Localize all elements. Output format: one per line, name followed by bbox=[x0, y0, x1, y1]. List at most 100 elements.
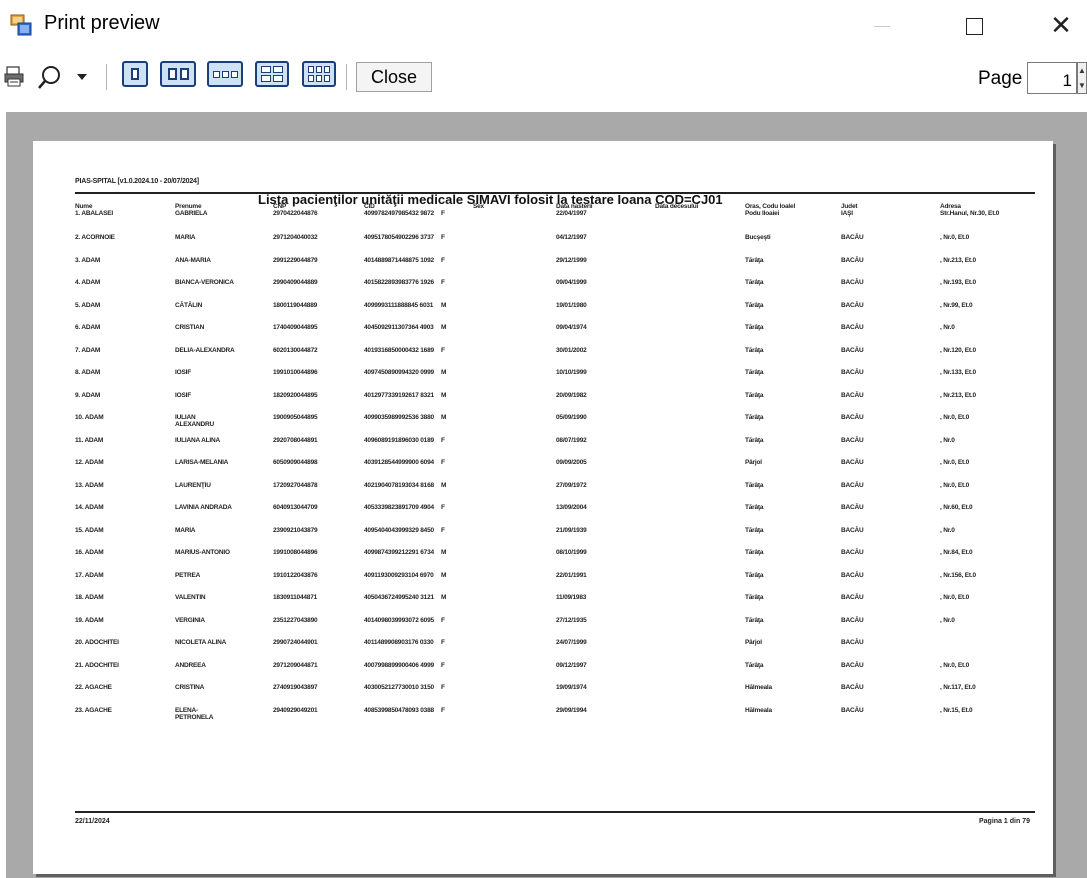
four-pages-button[interactable] bbox=[255, 61, 289, 87]
cell-nume: 12. ADAM bbox=[75, 459, 104, 466]
cell-oras: Tărâţa bbox=[745, 369, 764, 376]
cell-sex: M bbox=[441, 391, 447, 399]
cell-judet: BACĂU bbox=[841, 436, 864, 444]
cell-cnp: 6050909044898 bbox=[273, 459, 318, 466]
cell-cid: 4097450890994320 0999 bbox=[364, 369, 434, 376]
cell-nume: 23. AGACHE bbox=[75, 706, 112, 714]
page-spinner[interactable]: ▲ ▼ bbox=[1077, 62, 1087, 94]
cell-adresa: , Nr.213, Et.0 bbox=[940, 256, 976, 264]
table-row: 12. ADAM LARISA-MELANIA 6050909044898 40391… bbox=[75, 459, 1035, 481]
cell-oras: Tărâţa bbox=[745, 324, 764, 331]
col-data-decesului: Data decesului bbox=[655, 203, 699, 210]
cell-judet: BACĂU bbox=[841, 571, 864, 579]
cell-prenume: ANDREEA bbox=[175, 661, 206, 669]
cell-nume: 14. ADAM bbox=[75, 504, 104, 511]
cell-oras: Tărâţa bbox=[745, 616, 764, 624]
four-pages-icon bbox=[261, 66, 283, 82]
col-nume: Nume bbox=[75, 203, 93, 210]
cell-data: 19/01/1980 bbox=[556, 301, 587, 309]
cell-judet: BACĂU bbox=[841, 639, 864, 646]
three-pages-button[interactable] bbox=[207, 61, 243, 87]
maximize-button[interactable] bbox=[944, 0, 1004, 52]
table-row: 20. ADOCHITEI NICOLETA ALINA 2990724044901… bbox=[75, 639, 1035, 661]
cell-cnp: 1991010044896 bbox=[273, 369, 318, 376]
cell-nume: 3. ADAM bbox=[75, 256, 101, 264]
cell-cid: 4030052127730010 3150 bbox=[364, 684, 434, 691]
row1-judet: IAŞI bbox=[841, 210, 853, 217]
cell-data: 29/09/1994 bbox=[556, 706, 587, 714]
cell-judet: BACĂU bbox=[841, 256, 864, 264]
cell-cnp: 1830911044871 bbox=[273, 594, 318, 601]
close-window-button[interactable]: ✕ bbox=[1031, 0, 1087, 52]
row1-cnp: 2970422044876 bbox=[273, 210, 318, 217]
zoom-button[interactable] bbox=[34, 62, 66, 92]
cell-cid: 4099874399212291 6734 bbox=[364, 549, 434, 556]
cell-cnp: 1910122043876 bbox=[273, 571, 318, 579]
cell-oras: Tărâţa bbox=[745, 661, 764, 669]
cell-sex: F bbox=[441, 436, 445, 444]
three-pages-icon bbox=[212, 70, 238, 78]
col-judet: Judet bbox=[841, 203, 858, 210]
table-row: 17. ADAM PETREA 1910122043876 4091193009293… bbox=[75, 572, 1035, 594]
cell-prenume: VERGINIA bbox=[175, 616, 205, 624]
cell-oras: Tărâţa bbox=[745, 504, 764, 511]
cell-sex: M bbox=[441, 594, 447, 601]
col-cid: CID bbox=[364, 203, 375, 210]
table-row: 14. ADAM LAVINIA ANDRADA 6040913044709 4053… bbox=[75, 504, 1035, 526]
minimize-button[interactable] bbox=[852, 0, 912, 52]
cell-oras: Bucşeşti bbox=[745, 234, 771, 241]
spin-up-icon[interactable]: ▲ bbox=[1078, 63, 1086, 78]
cell-cid: 4014889871448875 1092 bbox=[364, 256, 434, 264]
cell-judet: BACĂU bbox=[841, 459, 864, 466]
cell-cnp: 2920708044891 bbox=[273, 436, 318, 444]
cell-prenume: VALENTIN bbox=[175, 594, 206, 601]
cell-judet: BACĂU bbox=[841, 279, 864, 286]
cell-data: 30/01/2002 bbox=[556, 346, 587, 354]
cell-nume: 9. ADAM bbox=[75, 391, 101, 399]
print-preview-app-icon bbox=[10, 14, 32, 36]
cell-adresa: , Nr.0, Et.0 bbox=[940, 594, 970, 601]
six-pages-button[interactable] bbox=[302, 61, 336, 87]
close-button[interactable]: Close bbox=[356, 62, 432, 92]
cell-prenume: LAVINIA ANDRADA bbox=[175, 504, 232, 511]
cell-prenume: LARISA-MELANIA bbox=[175, 459, 229, 466]
cell-adresa: , Nr.156, Et.0 bbox=[940, 571, 976, 579]
row1-oras: Podu Iloaiei bbox=[745, 210, 780, 217]
cell-data: 24/07/1999 bbox=[556, 639, 587, 646]
table-row: 21. ADOCHITEI ANDREEA 2971209044871 4007998… bbox=[75, 662, 1035, 684]
page-number-input[interactable] bbox=[1027, 62, 1077, 94]
cell-data: 22/01/1991 bbox=[556, 571, 587, 579]
cell-judet: BACĂU bbox=[841, 661, 864, 669]
cell-nume: 16. ADAM bbox=[75, 549, 104, 556]
cell-sex: M bbox=[441, 571, 447, 579]
cell-cid: 4019316850000432 1689 bbox=[364, 346, 434, 354]
cell-nume: 10. ADAM bbox=[75, 414, 104, 421]
cell-data: 29/12/1999 bbox=[556, 256, 587, 264]
table-row: 15. ADAM MARIA 2390921043879 40954040439993… bbox=[75, 527, 1035, 549]
table-row: 2. ACORNOIE MARIA 2971204040032 40951780549… bbox=[75, 234, 1035, 256]
cell-oras: Pârjol bbox=[745, 459, 762, 466]
col-data-nasterii: Data nasterii bbox=[556, 203, 593, 210]
cell-cid: 4012977339192617 8321 bbox=[364, 391, 434, 399]
zoom-dropdown-button[interactable] bbox=[68, 62, 96, 92]
preview-area[interactable]: PIAS-SPITAL [v1.0.2024.10 - 20/07/2024] … bbox=[6, 112, 1087, 878]
cell-data: 08/10/1999 bbox=[556, 549, 587, 556]
cell-data: 10/10/1999 bbox=[556, 369, 587, 376]
cell-adresa: , Nr.120, Et.0 bbox=[940, 346, 976, 354]
cell-cnp: 2971209044871 bbox=[273, 661, 318, 669]
cell-nume: 11. ADAM bbox=[75, 436, 104, 444]
two-pages-button[interactable] bbox=[160, 61, 196, 87]
col-oras: Oras, Codu loalel bbox=[745, 203, 796, 210]
one-page-button[interactable] bbox=[122, 61, 148, 87]
footer-rule bbox=[75, 811, 1035, 813]
row1-cid: 4099782497985432 9872 bbox=[364, 210, 434, 217]
cell-judet: BACĂU bbox=[841, 616, 864, 624]
cell-cnp: 1740409044895 bbox=[273, 324, 318, 331]
cell-nume: 2. ACORNOIE bbox=[75, 234, 115, 241]
cell-cid: 4007998899900406 4999 bbox=[364, 661, 434, 669]
cell-prenume: CRISTINA bbox=[175, 684, 205, 691]
spin-down-icon[interactable]: ▼ bbox=[1078, 78, 1086, 93]
cell-adresa: , Nr.0 bbox=[940, 616, 955, 624]
print-button[interactable] bbox=[0, 62, 28, 92]
cell-sex: M bbox=[441, 549, 447, 556]
